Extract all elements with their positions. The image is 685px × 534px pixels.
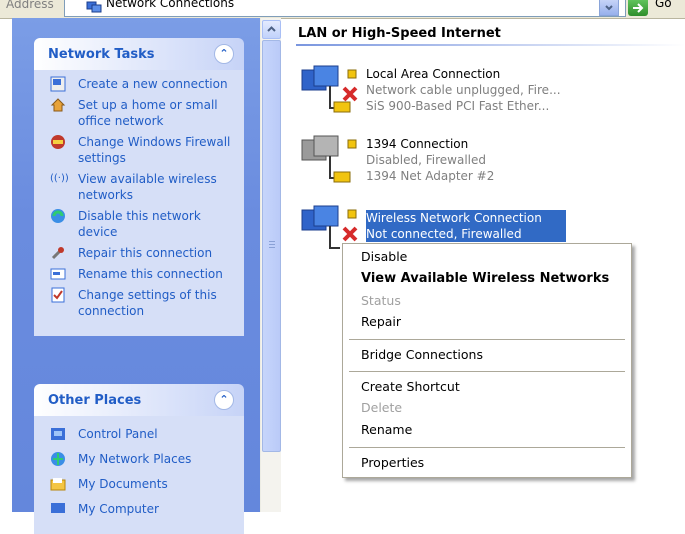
collapse-icon[interactable]: ⌃ — [214, 390, 234, 410]
place-my-network-places[interactable]: My Network Places — [34, 451, 244, 467]
task-create-new-connection[interactable]: Create a new connection — [34, 76, 244, 92]
task-pane: Network Tasks ⌃ Create a new connection … — [12, 18, 260, 534]
new-connection-icon — [50, 76, 66, 92]
connection-status: Network cable unplugged, Fire... — [366, 83, 561, 97]
context-menu: Disable View Available Wireless Networks… — [342, 243, 632, 478]
task-rename-connection[interactable]: Rename this connection — [34, 266, 244, 282]
network-places-icon — [51, 452, 65, 466]
task-pane-scrollbar[interactable] — [260, 18, 281, 512]
network-tasks-header[interactable]: Network Tasks ⌃ — [34, 38, 244, 70]
1394-connection-icon — [301, 135, 357, 183]
go-label[interactable]: Go — [655, 0, 672, 10]
collapse-icon[interactable]: ⌃ — [214, 44, 234, 64]
menu-separator — [349, 371, 625, 372]
other-places-list: Control Panel My Network Places My Docum… — [34, 416, 244, 534]
connection-local-area[interactable]: Local Area Connection Network cable unpl… — [300, 64, 580, 118]
network-connections-icon — [86, 1, 102, 13]
chevron-up-icon — [267, 26, 276, 32]
group-header: LAN or High-Speed Internet — [298, 26, 501, 41]
rename-icon — [50, 268, 66, 280]
scroll-thumb[interactable] — [262, 40, 281, 452]
place-my-computer[interactable]: My Computer — [34, 501, 244, 517]
lan-connection-icon — [301, 65, 358, 113]
address-dropdown-button[interactable] — [599, 0, 619, 16]
task-change-settings[interactable]: Change settings of this connection — [34, 287, 244, 319]
connection-device: SiS 900-Based PCI Fast Ether... — [366, 99, 550, 113]
menu-item-rename[interactable]: Rename — [361, 422, 412, 437]
control-panel-icon — [51, 428, 65, 440]
connection-name: Local Area Connection — [366, 67, 501, 81]
menu-item-status: Status — [361, 293, 401, 308]
place-my-documents[interactable]: My Documents — [34, 476, 244, 492]
go-button[interactable] — [628, 0, 648, 16]
menu-item-repair[interactable]: Repair — [361, 314, 401, 329]
task-view-wireless[interactable]: ((·)) View available wireless networks — [34, 171, 244, 203]
other-places-title: Other Places — [48, 393, 142, 408]
home-network-icon — [50, 98, 66, 112]
group-divider — [296, 44, 685, 46]
settings-icon — [51, 287, 65, 303]
menu-item-bridge-connections[interactable]: Bridge Connections — [361, 347, 483, 362]
repair-icon — [51, 247, 64, 260]
place-control-panel[interactable]: Control Panel — [34, 426, 244, 442]
connection-name: Wireless Network Connection — [366, 210, 566, 226]
address-bar: Address Network Connections Go — [0, 0, 685, 19]
go-arrow-icon — [633, 3, 644, 13]
menu-separator — [349, 339, 625, 340]
network-tasks-list: Create a new connection Set up a home or… — [34, 70, 244, 336]
menu-item-delete: Delete — [361, 400, 403, 415]
connection-device: 1394 Net Adapter #2 — [366, 169, 495, 183]
wireless-icon: ((·)) — [50, 173, 69, 184]
connection-name: 1394 Connection — [366, 137, 469, 151]
connection-status: Not connected, Firewalled — [366, 226, 566, 242]
menu-item-view-wireless-networks[interactable]: View Available Wireless Networks — [361, 271, 609, 286]
menu-item-properties[interactable]: Properties — [361, 455, 424, 470]
scroll-up-button[interactable] — [262, 20, 281, 39]
chevron-down-icon — [605, 5, 613, 11]
documents-icon — [50, 478, 66, 491]
other-places-header[interactable]: Other Places ⌃ — [34, 384, 244, 416]
menu-item-create-shortcut[interactable]: Create Shortcut — [361, 379, 460, 394]
address-value: Network Connections — [106, 0, 235, 10]
connection-status: Disabled, Firewalled — [366, 153, 487, 167]
disable-device-icon — [51, 209, 65, 223]
connection-1394[interactable]: 1394 Connection Disabled, Firewalled 139… — [300, 134, 580, 188]
task-change-firewall[interactable]: Change Windows Firewall settings — [34, 134, 244, 166]
task-repair-connection[interactable]: Repair this connection — [34, 245, 244, 261]
network-tasks-title: Network Tasks — [48, 47, 155, 62]
firewall-icon — [51, 135, 65, 149]
menu-item-disable[interactable]: Disable — [361, 249, 407, 264]
network-tasks-box: Network Tasks ⌃ Create a new connection … — [34, 38, 244, 336]
address-label: Address — [6, 0, 54, 11]
computer-icon — [51, 503, 65, 513]
task-setup-home-network[interactable]: Set up a home or small office network — [34, 97, 244, 129]
menu-separator — [349, 447, 625, 448]
task-disable-device[interactable]: Disable this network device — [34, 208, 244, 240]
